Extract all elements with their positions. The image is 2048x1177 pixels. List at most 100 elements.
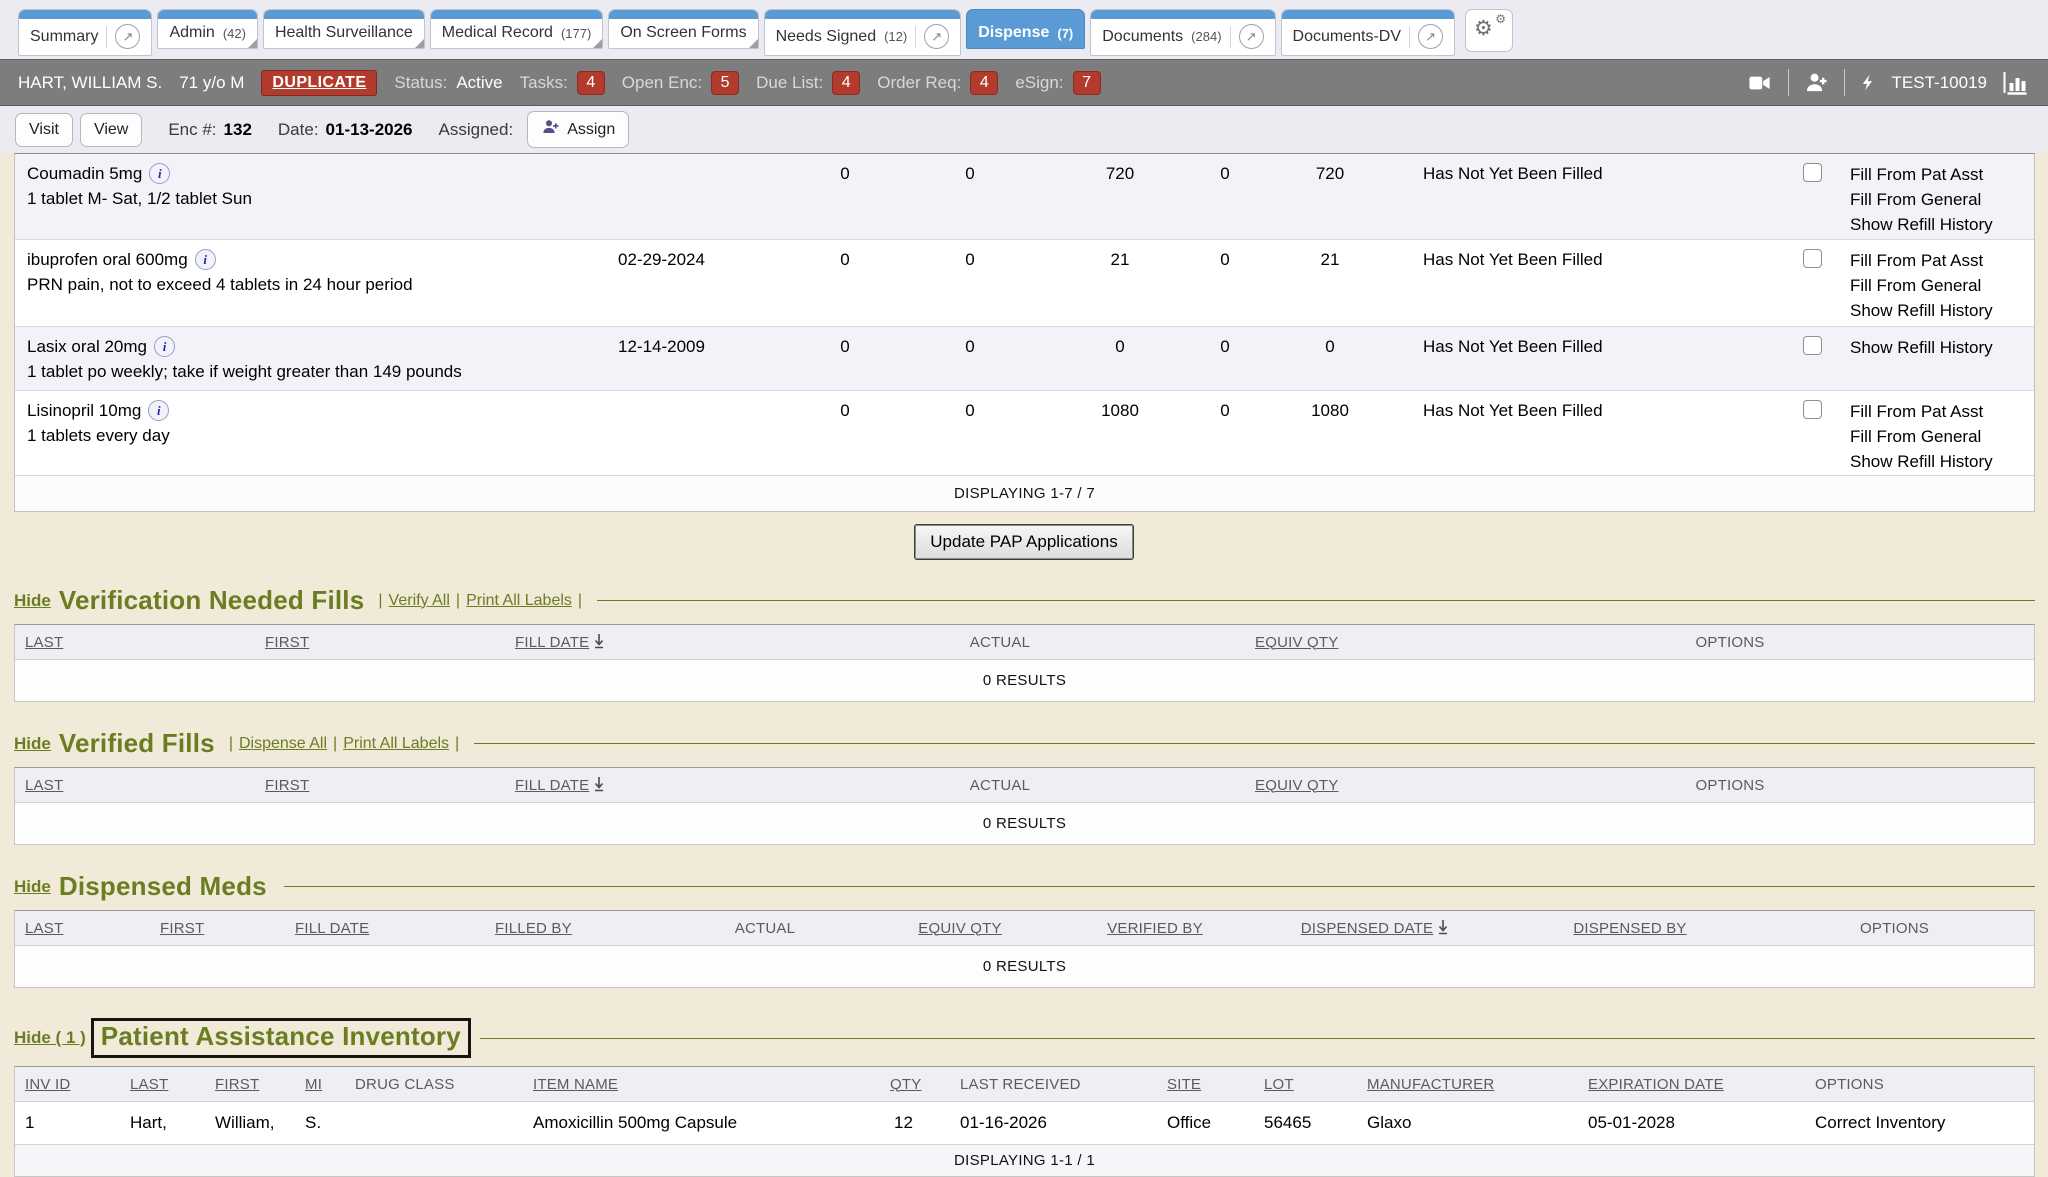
tasks-count-badge[interactable]: 4 bbox=[577, 71, 605, 95]
col-qty[interactable]: QTY bbox=[880, 1076, 950, 1093]
col-dispensed-by[interactable]: DISPENSED BY bbox=[1505, 920, 1755, 937]
assign-button-label: Assign bbox=[567, 121, 615, 139]
med-row-coumadin: Coumadin 5mg i 1 tablet M- Sat, 1/2 tabl… bbox=[15, 154, 2034, 239]
tab-dispense-active[interactable]: Dispense (7) bbox=[966, 9, 1085, 49]
show-refill-history-link[interactable]: Show Refill History bbox=[1850, 335, 2034, 360]
info-icon[interactable]: i bbox=[195, 249, 216, 270]
info-icon[interactable]: i bbox=[148, 400, 169, 421]
tab-documents-dv[interactable]: Documents-DV ↗ bbox=[1281, 9, 1455, 56]
fill-from-pat-asst-link[interactable]: Fill From Pat Asst bbox=[1850, 162, 2034, 187]
fill-from-pat-asst-link[interactable]: Fill From Pat Asst bbox=[1850, 248, 2034, 273]
open-new-window-icon[interactable]: ↗ bbox=[1239, 24, 1264, 49]
show-refill-history-link[interactable]: Show Refill History bbox=[1850, 212, 2034, 237]
correct-inventory-link[interactable]: Correct Inventory bbox=[1805, 1113, 2034, 1133]
toolbar-divider bbox=[1788, 69, 1789, 96]
tab-needs-signed[interactable]: Needs Signed (12) ↗ bbox=[764, 9, 962, 56]
col-first[interactable]: FIRST bbox=[255, 777, 505, 794]
show-refill-history-link[interactable]: Show Refill History bbox=[1850, 449, 2034, 474]
open-new-window-icon[interactable]: ↗ bbox=[924, 24, 949, 49]
settings-gear-button[interactable]: ⚙ ⚙ bbox=[1465, 9, 1513, 52]
tab-summary[interactable]: Summary ↗ bbox=[18, 9, 152, 56]
add-user-icon[interactable] bbox=[1804, 71, 1829, 94]
col-item-name[interactable]: ITEM NAME bbox=[523, 1076, 880, 1093]
col-verified-by[interactable]: VERIFIED BY bbox=[1065, 920, 1245, 937]
tab-admin[interactable]: Admin (42) bbox=[157, 9, 257, 49]
tab-documents[interactable]: Documents (284) ↗ bbox=[1090, 9, 1275, 56]
col-equiv-qty[interactable]: EQUIV QTY bbox=[1245, 777, 1495, 794]
col-last[interactable]: LAST bbox=[120, 1076, 205, 1093]
patient-id: TEST-10019 bbox=[1892, 73, 1987, 93]
tab-accent-strip bbox=[765, 10, 961, 19]
open-enc-count-badge[interactable]: 5 bbox=[711, 71, 739, 95]
med-sig: 1 tablets every day bbox=[27, 426, 610, 446]
due-list-group: Due List: 4 bbox=[756, 71, 860, 95]
visit-button[interactable]: Visit bbox=[15, 113, 73, 147]
fill-select-checkbox[interactable] bbox=[1803, 249, 1822, 268]
col-inv-id[interactable]: INV ID bbox=[15, 1076, 120, 1093]
col-expiration-date[interactable]: EXPIRATION DATE bbox=[1578, 1076, 1805, 1093]
dispense-all-link[interactable]: Dispense All bbox=[239, 735, 327, 753]
med-qty: 1080 bbox=[1245, 391, 1415, 475]
tab-count: (177) bbox=[561, 26, 591, 41]
tab-on-screen-forms[interactable]: On Screen Forms bbox=[608, 9, 758, 49]
col-drug-class: DRUG CLASS bbox=[345, 1076, 523, 1093]
col-fill-date[interactable]: FILL DATE bbox=[285, 920, 485, 937]
fill-from-general-link[interactable]: Fill From General bbox=[1850, 273, 2034, 298]
col-fill-date[interactable]: FILL DATE bbox=[515, 777, 589, 794]
verify-all-link[interactable]: Verify All bbox=[389, 592, 450, 610]
col-last[interactable]: LAST bbox=[15, 920, 150, 937]
col-equiv-qty[interactable]: EQUIV QTY bbox=[1245, 634, 1495, 651]
info-icon[interactable]: i bbox=[154, 336, 175, 357]
tab-accent-strip bbox=[19, 10, 151, 19]
fill-from-general-link[interactable]: Fill From General bbox=[1850, 187, 2034, 212]
separator: | bbox=[229, 735, 233, 753]
col-equiv-qty[interactable]: EQUIV QTY bbox=[855, 920, 1065, 937]
update-pap-applications-button[interactable]: Update PAP Applications bbox=[915, 525, 1132, 559]
col-site[interactable]: SITE bbox=[1157, 1076, 1254, 1093]
print-all-labels-link[interactable]: Print All Labels bbox=[466, 592, 572, 610]
info-icon[interactable]: i bbox=[149, 163, 170, 184]
col-last[interactable]: LAST bbox=[15, 634, 255, 651]
hide-pai-link[interactable]: Hide ( 1 ) bbox=[14, 1028, 86, 1048]
view-button[interactable]: View bbox=[80, 113, 142, 147]
patient-assistance-inventory-table: INV ID LAST FIRST MI DRUG CLASS ITEM NAM… bbox=[14, 1066, 2035, 1177]
assign-button[interactable]: Assign bbox=[527, 111, 629, 148]
open-new-window-icon[interactable]: ↗ bbox=[1418, 24, 1443, 49]
col-actual: ACTUAL bbox=[755, 777, 1245, 794]
col-mi[interactable]: MI bbox=[295, 1076, 345, 1093]
print-all-labels-link[interactable]: Print All Labels bbox=[343, 735, 449, 753]
col-first[interactable]: FIRST bbox=[150, 920, 285, 937]
stats-chart-icon[interactable] bbox=[2002, 70, 2030, 95]
fill-from-pat-asst-link[interactable]: Fill From Pat Asst bbox=[1850, 399, 2034, 424]
video-camera-icon[interactable] bbox=[1746, 72, 1773, 94]
col-lot[interactable]: LOT bbox=[1254, 1076, 1357, 1093]
hide-verification-link[interactable]: Hide bbox=[14, 591, 51, 611]
order-req-count-badge[interactable]: 4 bbox=[970, 71, 998, 95]
col-last[interactable]: LAST bbox=[15, 777, 255, 794]
col-first[interactable]: FIRST bbox=[255, 634, 505, 651]
show-refill-history-link[interactable]: Show Refill History bbox=[1850, 298, 2034, 323]
col-first[interactable]: FIRST bbox=[205, 1076, 295, 1093]
fill-from-general-link[interactable]: Fill From General bbox=[1850, 424, 2034, 449]
tab-medical-record[interactable]: Medical Record (177) bbox=[430, 9, 604, 49]
fill-select-checkbox[interactable] bbox=[1803, 163, 1822, 182]
esign-count-badge[interactable]: 7 bbox=[1073, 71, 1101, 95]
med-qty: 0 bbox=[785, 327, 905, 390]
col-manufacturer[interactable]: MANUFACTURER bbox=[1357, 1076, 1578, 1093]
hide-dispensed-link[interactable]: Hide bbox=[14, 877, 51, 897]
med-sig: 1 tablet M- Sat, 1/2 tablet Sun bbox=[27, 189, 610, 209]
open-new-window-icon[interactable]: ↗ bbox=[115, 24, 140, 49]
med-sig: 1 tablet po weekly; take if weight great… bbox=[27, 362, 610, 382]
due-list-count-badge[interactable]: 4 bbox=[832, 71, 860, 95]
duplicate-badge[interactable]: DUPLICATE bbox=[261, 70, 377, 96]
med-qty: 0 bbox=[785, 240, 905, 326]
encounter-toolbar: Visit View Enc #: 132 Date: 01-13-2026 A… bbox=[0, 106, 2048, 153]
col-filled-by[interactable]: FILLED BY bbox=[485, 920, 675, 937]
fill-select-checkbox[interactable] bbox=[1803, 400, 1822, 419]
fill-select-checkbox[interactable] bbox=[1803, 336, 1822, 355]
tab-health-surveillance[interactable]: Health Surveillance bbox=[263, 9, 425, 49]
lightning-icon[interactable] bbox=[1860, 70, 1877, 95]
hide-verified-link[interactable]: Hide bbox=[14, 734, 51, 754]
col-fill-date[interactable]: FILL DATE bbox=[515, 634, 589, 651]
col-dispensed-date[interactable]: DISPENSED DATE bbox=[1301, 920, 1434, 937]
